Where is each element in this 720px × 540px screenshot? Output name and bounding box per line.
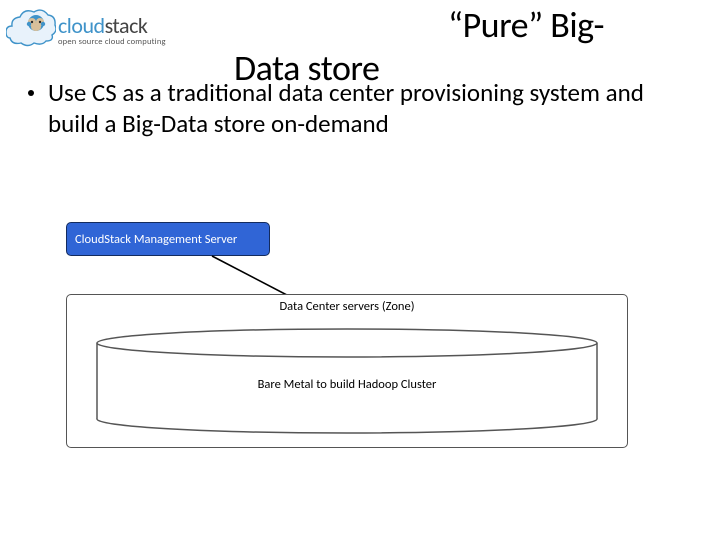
mgmt-server-label: CloudStack Management Server	[75, 232, 237, 247]
logo-brand-cloud: cloud	[58, 12, 105, 39]
baremetal-cylinder: Bare Metal to build Hadoop Cluster	[95, 327, 599, 435]
zone-box: Data Center servers (Zone) Bare Metal to…	[66, 294, 628, 448]
monkey-cloud-icon	[6, 8, 56, 54]
logo-tagline: open source cloud computing	[58, 37, 166, 47]
cylinder-label: Bare Metal to build Hadoop Cluster	[95, 377, 599, 392]
bullet-dot-icon	[28, 90, 34, 96]
slide-title-line1: “Pure” Big-	[448, 3, 604, 47]
architecture-diagram: CloudStack Management Server Data Center…	[66, 222, 634, 452]
zone-label: Data Center servers (Zone)	[67, 299, 627, 314]
logo-brand-stack: stack	[105, 12, 148, 39]
logo-brand: cloudstack	[58, 15, 166, 37]
bullet-item: Use CS as a traditional data center prov…	[28, 78, 690, 139]
mgmt-server-box: CloudStack Management Server	[66, 222, 270, 256]
bullet-text: Use CS as a traditional data center prov…	[48, 78, 690, 139]
logo-text: cloudstack open source cloud computing	[58, 15, 166, 47]
bullet-list: Use CS as a traditional data center prov…	[28, 78, 690, 139]
cloudstack-logo: cloudstack open source cloud computing	[6, 6, 236, 56]
